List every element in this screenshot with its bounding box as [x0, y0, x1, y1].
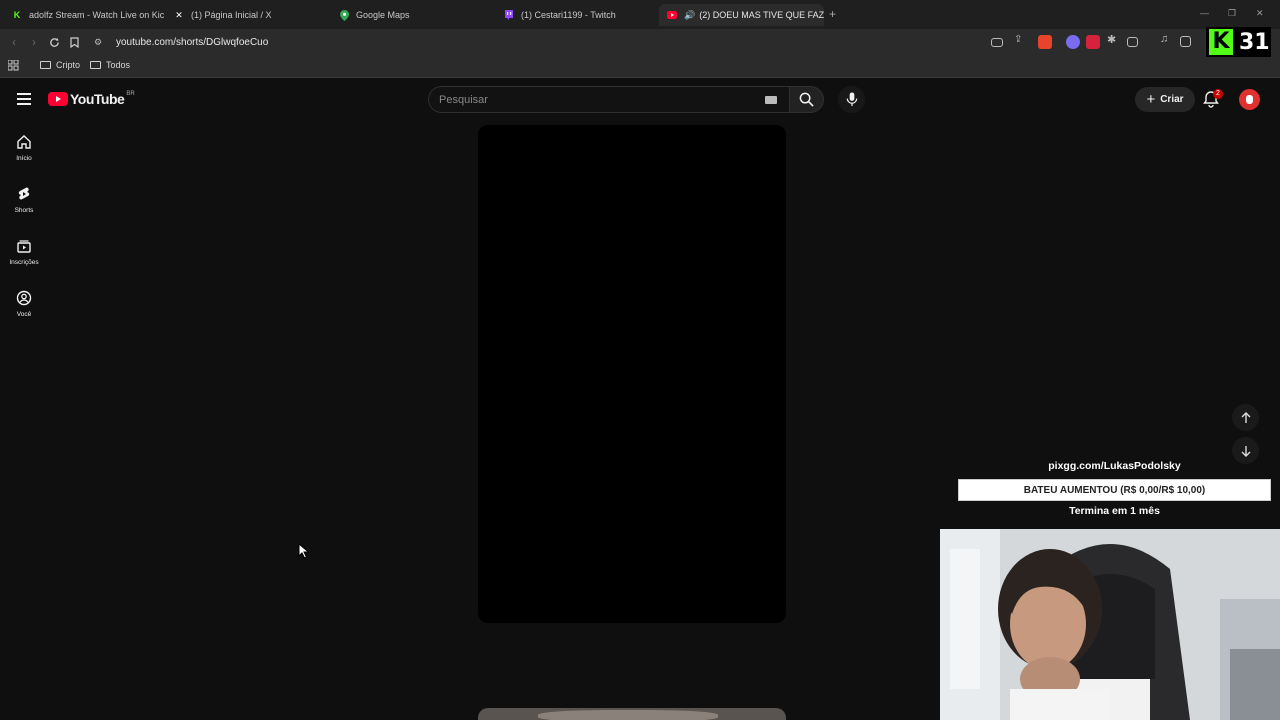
- bookmark-page-button[interactable]: [66, 34, 82, 50]
- keyboard-icon[interactable]: [765, 96, 777, 104]
- sidebar-toggle-icon[interactable]: [1180, 36, 1191, 47]
- donation-link-text: pixgg.com/LukasPodolsky: [1048, 460, 1181, 472]
- back-button[interactable]: ‹: [6, 34, 22, 50]
- folder-icon: [90, 61, 101, 69]
- search-input[interactable]: [439, 92, 739, 108]
- menu-hamburger-icon[interactable]: [17, 93, 31, 105]
- streamer-webcam: [940, 529, 1280, 720]
- kick-viewer-badge: K 31: [1206, 27, 1271, 57]
- brave-shield-icon[interactable]: [1038, 35, 1052, 49]
- tab-title: (2) DOEU MAS TIVE QUE FAZ: [699, 10, 824, 20]
- bookmark-folder-cripto[interactable]: Cripto: [40, 60, 80, 70]
- bookmark-label: Cripto: [56, 60, 81, 70]
- tab-title: (1) Página Inicial / X: [191, 10, 272, 20]
- folder-icon: [40, 61, 51, 69]
- screenshot-icon[interactable]: [1127, 37, 1138, 47]
- youtube-play-icon: [48, 92, 68, 106]
- donation-goal-text: BATEU AUMENTOU (R$ 0,00/R$ 10,00): [1023, 484, 1206, 496]
- youtube-logo[interactable]: YouTube BR: [48, 91, 135, 107]
- tab-kick[interactable]: K adolfz Stream - Watch Live on Kick: [4, 4, 164, 26]
- shorts-video-player[interactable]: [478, 125, 786, 623]
- next-short-preview[interactable]: [478, 708, 786, 720]
- webcam-feed-image: [940, 529, 1280, 720]
- donation-goal-bar: BATEU AUMENTOU (R$ 0,00/R$ 10,00): [958, 479, 1271, 501]
- maps-pin-icon: [339, 9, 349, 21]
- subscriptions-icon: [17, 240, 31, 253]
- kick-icon: K: [13, 10, 21, 20]
- arrow-up-icon: [1241, 411, 1250, 423]
- sidebar-item-label: Shorts: [14, 207, 34, 214]
- cast-icon[interactable]: [991, 38, 1003, 47]
- mouse-cursor-icon: [298, 543, 310, 559]
- create-label: Criar: [1160, 94, 1184, 105]
- home-icon: [17, 135, 31, 149]
- site-settings-icon[interactable]: ⚙: [94, 37, 106, 48]
- sidebar-item-label: Você: [16, 311, 32, 318]
- sidebar-item-you[interactable]: Você: [0, 286, 48, 334]
- sidebar-item-subscriptions[interactable]: Inscrições: [0, 234, 48, 282]
- you-icon: [16, 290, 32, 306]
- bookmark-label: Todos: [106, 60, 131, 70]
- search-box: [428, 86, 790, 113]
- share-icon[interactable]: ⇪: [1014, 34, 1028, 48]
- goal-ends-text: Termina em 1 mês: [1069, 505, 1160, 517]
- region-code: BR: [126, 91, 135, 97]
- microphone-icon: [846, 92, 857, 107]
- url-text: youtube.com/shorts/DGlwqfoeCuo: [116, 36, 269, 48]
- notification-count-badge: 2: [1213, 89, 1223, 99]
- tab-google-maps[interactable]: Google Maps: [331, 4, 496, 26]
- bookmarks-bar: Cripto Todos: [0, 55, 1280, 78]
- shorts-icon: [18, 187, 30, 200]
- sidebar-item-shorts[interactable]: Shorts: [0, 182, 48, 230]
- twitch-icon: [504, 10, 514, 20]
- reload-button[interactable]: [46, 34, 62, 50]
- youtube-header: YouTube BR + Criar 2: [0, 80, 1280, 120]
- browser-toolbar: ‹ › ⚙ youtube.com/shorts/DGlwqfoeCuo ⇪ ✱…: [0, 29, 1280, 55]
- media-controls-icon[interactable]: ♫: [1160, 33, 1174, 47]
- extension-icon[interactable]: [1086, 35, 1100, 49]
- bookmark-icon: [69, 36, 79, 48]
- tab-title: Google Maps: [356, 10, 410, 20]
- tab-title: adolfz Stream - Watch Live on Kick: [29, 10, 164, 20]
- puzzle-icon[interactable]: ✱: [1107, 33, 1121, 47]
- reload-icon: [49, 37, 59, 47]
- logo-text: YouTube: [70, 91, 125, 107]
- tab-youtube-active[interactable]: 🔊 (2) DOEU MAS TIVE QUE FAZ ✕: [659, 4, 824, 26]
- address-bar[interactable]: ⚙ youtube.com/shorts/DGlwqfoeCuo: [90, 32, 990, 52]
- sidebar-item-label: Início: [16, 155, 32, 162]
- apps-grid-icon[interactable]: [8, 60, 19, 71]
- kick-badge-count: 31: [1239, 29, 1270, 55]
- voice-search-button[interactable]: [838, 86, 865, 113]
- forward-button[interactable]: ›: [26, 34, 42, 50]
- x-icon: ✕: [175, 9, 183, 20]
- search-button[interactable]: [790, 86, 824, 113]
- tab-title: (1) Cestari1199 - Twitch: [521, 10, 616, 20]
- previous-short-button[interactable]: [1232, 404, 1259, 431]
- search-icon: [799, 92, 814, 107]
- sidebar-item-home[interactable]: Início: [0, 130, 48, 178]
- tab-x[interactable]: ✕ (1) Página Inicial / X: [166, 4, 331, 26]
- account-avatar[interactable]: [1239, 89, 1260, 110]
- audio-playing-icon[interactable]: 🔊: [684, 10, 695, 21]
- create-button[interactable]: + Criar: [1135, 87, 1195, 112]
- kick-logo-icon: K: [1209, 29, 1233, 55]
- new-tab-button[interactable]: +: [829, 7, 836, 21]
- extension-icon[interactable]: [1066, 35, 1080, 49]
- browser-tab-strip: K adolfz Stream - Watch Live on Kick ✕ (…: [0, 0, 1280, 29]
- maximize-button[interactable]: ❐: [1228, 8, 1236, 19]
- plus-icon: +: [1146, 91, 1156, 108]
- bookmark-folder-todos[interactable]: Todos: [90, 60, 130, 70]
- sidebar-item-label: Inscrições: [9, 259, 39, 266]
- youtube-icon: [667, 10, 677, 20]
- tab-twitch[interactable]: (1) Cestari1199 - Twitch: [496, 4, 661, 26]
- arrow-down-icon: [1241, 445, 1250, 457]
- minimize-button[interactable]: —: [1200, 8, 1209, 18]
- window-close-button[interactable]: ✕: [1256, 8, 1264, 19]
